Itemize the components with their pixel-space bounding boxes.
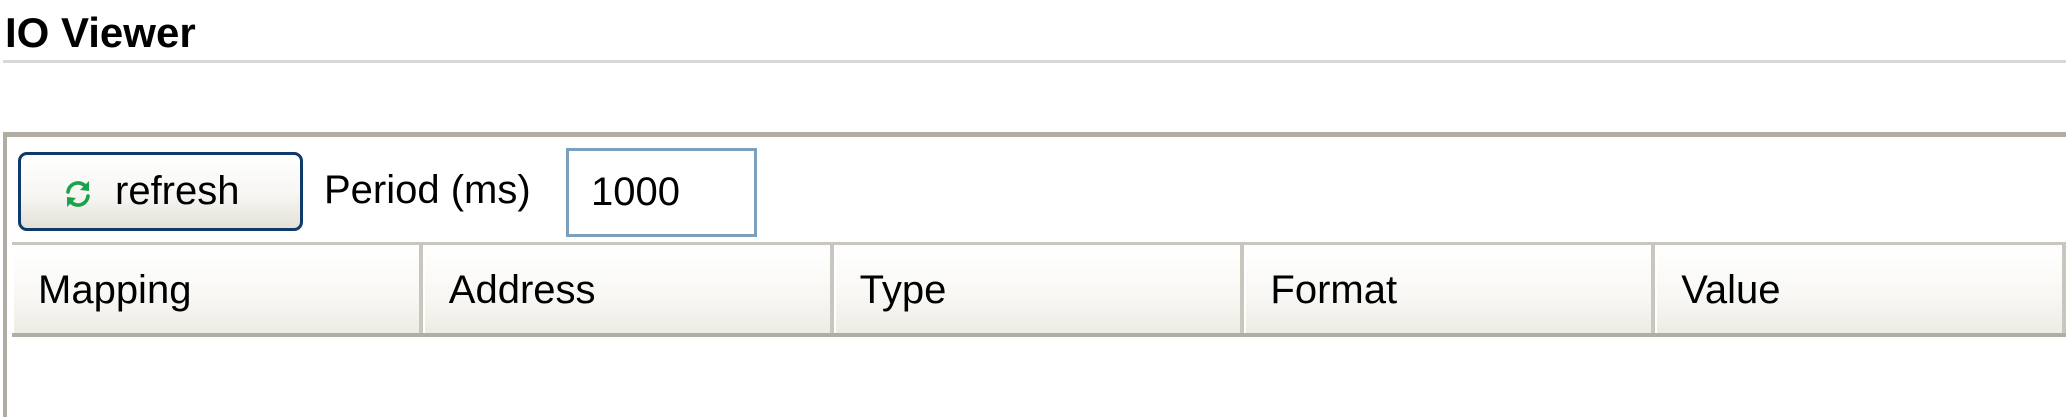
column-header-address[interactable]: Address bbox=[422, 245, 834, 333]
toolbar: refresh Period (ms) bbox=[7, 137, 2066, 247]
table-header: Mapping Address Type Format Value bbox=[12, 242, 2066, 337]
column-header-type[interactable]: Type bbox=[833, 245, 1245, 333]
title-divider bbox=[3, 60, 2066, 63]
column-header-value[interactable]: Value bbox=[1655, 245, 2066, 333]
io-viewer-panel: refresh Period (ms) Mapping Address Type… bbox=[3, 132, 2066, 417]
page-title: IO Viewer bbox=[5, 9, 196, 56]
refresh-button[interactable]: refresh bbox=[18, 152, 303, 231]
refresh-icon bbox=[66, 181, 90, 207]
column-header-format[interactable]: Format bbox=[1244, 245, 1656, 333]
period-label: Period (ms) bbox=[324, 168, 531, 212]
column-header-mapping[interactable]: Mapping bbox=[12, 245, 423, 333]
refresh-button-label: refresh bbox=[115, 169, 240, 213]
period-input[interactable] bbox=[566, 148, 757, 237]
